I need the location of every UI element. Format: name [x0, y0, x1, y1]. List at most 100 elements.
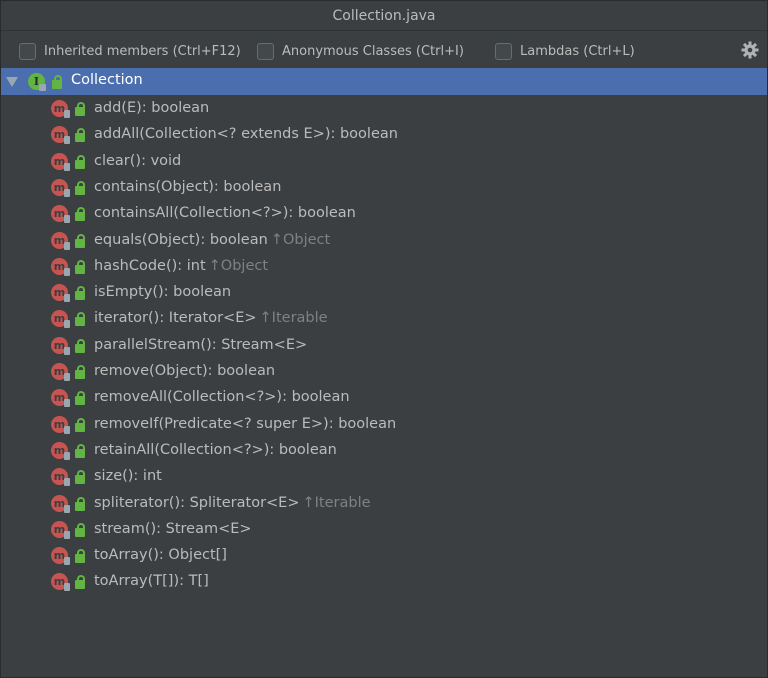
tree-item-method[interactable]: m removeIf(Predicate<? super E>): boolean: [1, 412, 767, 438]
method-signature-text: clear(): void: [94, 152, 182, 169]
checkbox-box[interactable]: [257, 42, 274, 60]
tree-item-method[interactable]: m clear(): void: [1, 149, 767, 175]
inherited-from-label: ↑Iterable: [302, 494, 371, 511]
public-lock-icon: [75, 549, 85, 564]
abstract-marker-icon: [64, 451, 70, 460]
method-signature-text: add(E): boolean: [94, 100, 210, 116]
method-signature: clear(): void: [94, 153, 181, 169]
method-icon: m: [51, 178, 70, 197]
method-signature-text: addAll(Collection<? extends E>): boolean: [94, 126, 398, 143]
tree-item-method[interactable]: m iterator(): Iterator<E> ↑Iterable: [1, 306, 767, 332]
gear-icon[interactable]: [741, 41, 759, 59]
method-signature-text: hashCode(): int: [94, 257, 206, 274]
abstract-marker-icon: [64, 583, 70, 592]
method-icon: m: [51, 441, 70, 460]
method-signature-text: iterator(): Iterator<E>: [94, 310, 257, 327]
tree-item-method[interactable]: m remove(Object): boolean: [1, 359, 767, 385]
method-signature: iterator(): Iterator<E> ↑Iterable: [94, 310, 328, 326]
tree-item-method[interactable]: m add(E): boolean: [1, 96, 767, 122]
method-icon: m: [51, 520, 70, 539]
public-lock-icon: [75, 470, 85, 485]
public-lock-icon: [75, 233, 85, 248]
method-signature: contains(Object): boolean: [94, 179, 281, 195]
public-lock-icon: [75, 154, 85, 169]
method-icon: m: [51, 284, 70, 303]
method-signature: size(): int: [94, 468, 162, 484]
title-bar: Collection.java: [1, 1, 767, 31]
tree-item-method[interactable]: m hashCode(): int ↑Object: [1, 254, 767, 280]
public-lock-icon: [75, 207, 85, 222]
method-signature: toArray(T[]): T[]: [94, 573, 209, 589]
public-lock-icon: [75, 522, 85, 537]
method-signature: addAll(Collection<? extends E>): boolean: [94, 126, 398, 142]
method-icon: m: [51, 494, 70, 513]
tree-item-method[interactable]: m parallelStream(): Stream<E>: [1, 333, 767, 359]
abstract-marker-icon: [64, 478, 70, 487]
inherited-members-checkbox[interactable]: Inherited members (Ctrl+F12): [19, 41, 241, 61]
method-signature-text: stream(): Stream<E>: [94, 520, 252, 537]
method-icon: m: [51, 547, 70, 566]
public-lock-icon: [75, 338, 85, 353]
inherited-members-label: Inherited members (Ctrl+F12): [44, 43, 241, 59]
interface-icon: I: [28, 73, 46, 91]
public-lock-icon: [75, 128, 85, 143]
method-icon: m: [51, 205, 70, 224]
tree-item-method[interactable]: m size(): int: [1, 464, 767, 490]
abstract-marker-icon: [64, 241, 70, 250]
abstract-marker-icon: [64, 136, 70, 145]
tree-item-method[interactable]: m addAll(Collection<? extends E>): boolea…: [1, 122, 767, 148]
method-icon: m: [51, 336, 70, 355]
tree-item-method[interactable]: m containsAll(Collection<?>): boolean: [1, 201, 767, 227]
abstract-marker-icon: [64, 188, 70, 197]
tree-item-method[interactable]: m toArray(T[]): T[]: [1, 569, 767, 595]
inherited-from-label: ↑Iterable: [259, 310, 328, 327]
method-icon: m: [51, 468, 70, 487]
method-signature-text: equals(Object): boolean: [94, 231, 268, 248]
method-signature-text: contains(Object): boolean: [94, 178, 282, 195]
method-icon: m: [51, 257, 70, 276]
tree-root-label: Collection: [71, 72, 143, 88]
method-signature: add(E): boolean: [94, 100, 209, 116]
lambdas-label: Lambdas (Ctrl+L): [520, 43, 635, 59]
tree-item-method[interactable]: m spliterator(): Spliterator<E> ↑Iterable: [1, 491, 767, 517]
tree-root-collection[interactable]: I Collection: [1, 68, 767, 95]
abstract-marker-icon: [64, 425, 70, 434]
method-signature-text: removeIf(Predicate<? super E>): boolean: [94, 415, 397, 432]
abstract-marker-icon: [64, 162, 70, 171]
lambdas-checkbox[interactable]: Lambdas (Ctrl+L): [495, 41, 635, 61]
method-signature: hashCode(): int ↑Object: [94, 258, 268, 274]
anonymous-classes-label: Anonymous Classes (Ctrl+I): [282, 43, 464, 59]
method-icon: m: [51, 310, 70, 329]
method-signature-text: removeAll(Collection<?>): boolean: [94, 389, 350, 406]
checkbox-box[interactable]: [19, 42, 36, 60]
anonymous-classes-checkbox[interactable]: Anonymous Classes (Ctrl+I): [257, 41, 464, 61]
method-icon: m: [51, 231, 70, 250]
method-signature-text: spliterator(): Spliterator<E>: [94, 494, 300, 511]
method-signature: spliterator(): Spliterator<E> ↑Iterable: [94, 495, 371, 511]
structure-popup: Collection.java Inherited members (Ctrl+…: [0, 0, 768, 678]
tree-item-method[interactable]: m removeAll(Collection<?>): boolean: [1, 385, 767, 411]
checkbox-box[interactable]: [495, 42, 512, 60]
public-lock-icon: [75, 365, 85, 379]
public-lock-icon: [75, 443, 85, 458]
abstract-marker-icon: [64, 267, 70, 276]
tree-item-method[interactable]: m contains(Object): boolean: [1, 175, 767, 201]
structure-tree: I Collection m add(E): boolean m addAll(Col…: [1, 68, 767, 677]
public-lock-icon: [75, 496, 85, 511]
tree-item-method[interactable]: m toArray(): Object[]: [1, 543, 767, 569]
public-lock-icon: [75, 417, 85, 432]
public-lock-icon: [75, 102, 85, 116]
method-signature: remove(Object): boolean: [94, 363, 275, 379]
tree-item-method[interactable]: m isEmpty(): boolean: [1, 280, 767, 306]
method-signature: removeAll(Collection<?>): boolean: [94, 389, 350, 405]
expand-arrow-icon[interactable]: [6, 77, 18, 87]
abstract-marker-icon: [64, 399, 70, 408]
tree-item-method[interactable]: m equals(Object): boolean ↑Object: [1, 228, 767, 254]
abstract-marker-icon: [64, 504, 70, 513]
abstract-marker-icon: [64, 110, 70, 118]
tree-item-method[interactable]: m retainAll(Collection<?>): boolean: [1, 438, 767, 464]
abstract-marker-icon: [64, 346, 70, 355]
method-signature: stream(): Stream<E>: [94, 521, 252, 537]
tree-item-method[interactable]: m stream(): Stream<E>: [1, 517, 767, 543]
abstract-marker-icon: [64, 215, 70, 224]
